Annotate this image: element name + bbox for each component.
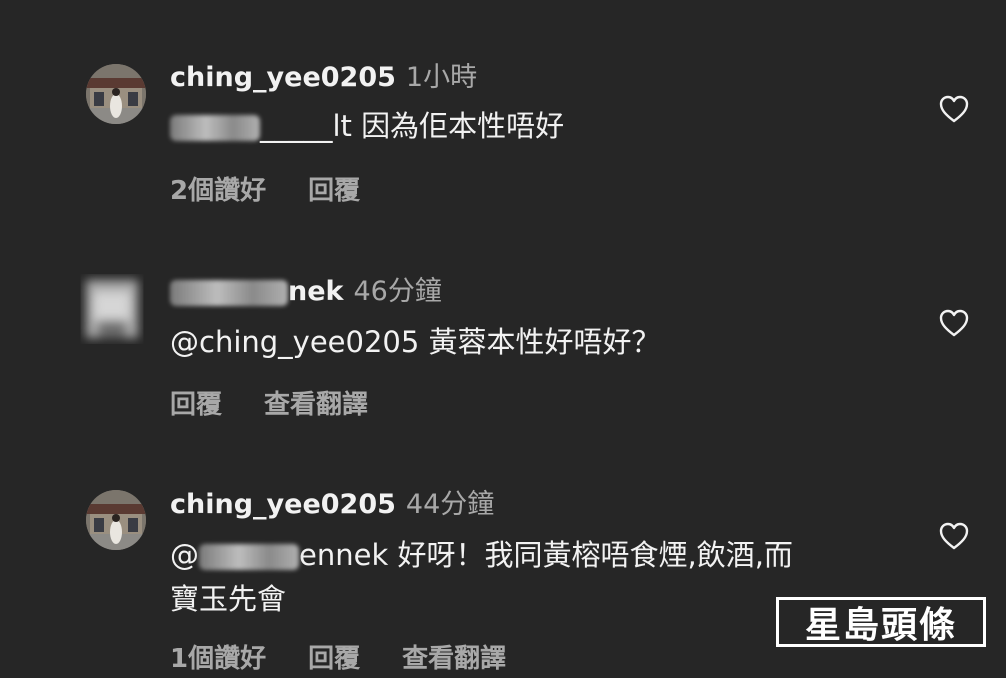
comment-body-line1: 好呀！我同黃榕唔食煙,飲酒,而 bbox=[397, 538, 793, 572]
comment-text: _____lt 因為佢本性唔好 bbox=[170, 104, 900, 148]
likes-count[interactable]: 2個讚好 bbox=[170, 176, 266, 206]
comment-header: ching_yee0205 44分鐘 bbox=[170, 490, 494, 520]
timestamp: 44分鐘 bbox=[405, 489, 495, 520]
comment-actions: 回覆 查看翻譯 bbox=[170, 384, 410, 421]
heart-icon[interactable] bbox=[938, 521, 970, 551]
heart-icon[interactable] bbox=[938, 308, 970, 338]
reply-button[interactable]: 回覆 bbox=[308, 644, 360, 674]
translate-button[interactable]: 查看翻譯 bbox=[264, 390, 368, 420]
mention-visible: _____ bbox=[260, 109, 333, 143]
username[interactable]: ching_yee0205 bbox=[170, 489, 396, 520]
watermark-logo: 星島頭條 bbox=[776, 597, 986, 647]
avatar[interactable] bbox=[76, 270, 148, 348]
comment-actions: 1個讚好 回覆 查看翻譯 bbox=[170, 638, 548, 675]
reply-button[interactable]: 回覆 bbox=[170, 390, 222, 420]
comment-actions: 2個讚好 回覆 bbox=[170, 170, 402, 207]
timestamp: 46分鐘 bbox=[353, 276, 442, 307]
redacted-mention bbox=[199, 544, 299, 570]
comment-body: lt 因為佢本性唔好 bbox=[332, 109, 565, 143]
avatar[interactable] bbox=[86, 490, 146, 550]
redacted-username bbox=[170, 279, 288, 306]
avatar[interactable] bbox=[86, 64, 146, 124]
translate-button[interactable]: 查看翻譯 bbox=[402, 644, 506, 674]
heart-icon[interactable] bbox=[938, 94, 970, 124]
mention-prefix: @ bbox=[170, 538, 199, 572]
username[interactable]: ching_yee0205 bbox=[170, 62, 396, 93]
comment-header: nek 46分鐘 bbox=[170, 277, 442, 307]
comment-text: @ching_yee0205 黃蓉本性好唔好？ bbox=[170, 325, 661, 359]
timestamp: 1小時 bbox=[405, 62, 478, 93]
username[interactable]: nek bbox=[288, 276, 344, 307]
likes-count[interactable]: 1個讚好 bbox=[170, 644, 266, 674]
mention-visible: ennek bbox=[299, 538, 389, 572]
reply-button[interactable]: 回覆 bbox=[308, 176, 360, 206]
comment-header: ching_yee0205 1小時 bbox=[170, 63, 477, 93]
redacted-mention bbox=[170, 115, 260, 141]
